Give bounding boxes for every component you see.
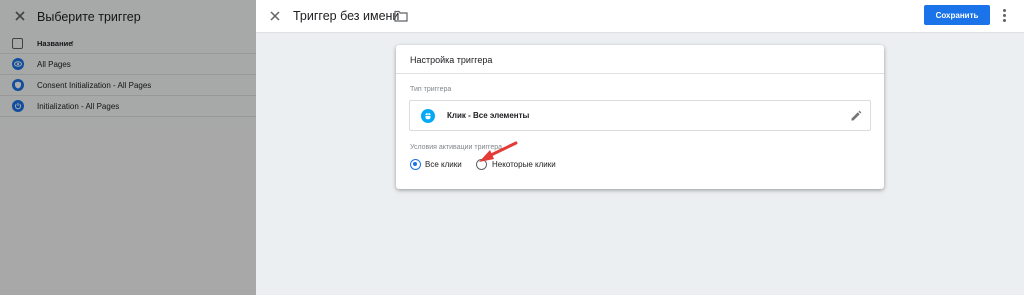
all-clicks-label[interactable]: Все клики: [425, 160, 462, 169]
more-vert-icon[interactable]: [1000, 8, 1010, 24]
all-clicks-radio[interactable]: [410, 159, 421, 170]
trigger-name-title[interactable]: Триггер без имени: [293, 9, 399, 23]
save-button[interactable]: Сохранить: [924, 5, 990, 25]
trigger-row[interactable]: Consent Initialization - All Pages: [0, 75, 256, 96]
trigger-row[interactable]: Initialization - All Pages: [0, 96, 256, 117]
trigger-row-label: All Pages: [37, 60, 71, 69]
folder-icon[interactable]: [394, 10, 408, 22]
close-icon[interactable]: [12, 8, 28, 24]
eye-icon: [12, 58, 24, 70]
trigger-row-label: Initialization - All Pages: [37, 102, 120, 111]
card-title: Настройка триггера: [410, 55, 493, 65]
select-all-checkbox[interactable]: [12, 38, 23, 49]
click-icon: [421, 109, 435, 123]
shield-icon: [12, 79, 24, 91]
close-icon[interactable]: [268, 9, 282, 23]
trigger-type-selector[interactable]: Клик - Все элементы: [409, 100, 871, 131]
trigger-picker-title: Выберите триггер: [37, 10, 141, 24]
trigger-row-label: Consent Initialization - All Pages: [37, 81, 152, 90]
trigger-picker-header: Выберите триггер: [0, 0, 256, 34]
trigger-editor-panel: Триггер без имени Сохранить Настройка тр…: [256, 0, 1024, 295]
column-header: Название ↑: [0, 34, 256, 54]
column-header-name[interactable]: Название: [37, 39, 72, 48]
trigger-configuration-card: Настройка триггера Тип триггера Клик - В…: [396, 45, 884, 189]
power-icon: [12, 100, 24, 112]
activation-conditions-label: Условия активации триггера: [410, 144, 502, 151]
trigger-picker-panel: Выберите триггер Название ↑ All Pages Co…: [0, 0, 256, 295]
trigger-editor-header: Триггер без имени Сохранить: [256, 0, 1024, 33]
trigger-row[interactable]: All Pages: [0, 54, 256, 75]
arrow-up-icon[interactable]: ↑: [70, 38, 75, 48]
trigger-type-name: Клик - Все элементы: [447, 111, 530, 120]
pencil-icon[interactable]: [850, 110, 862, 122]
some-clicks-label[interactable]: Некоторые клики: [492, 160, 556, 169]
trigger-type-label: Тип триггера: [410, 86, 452, 93]
card-divider: [396, 73, 884, 74]
some-clicks-radio[interactable]: [476, 159, 487, 170]
